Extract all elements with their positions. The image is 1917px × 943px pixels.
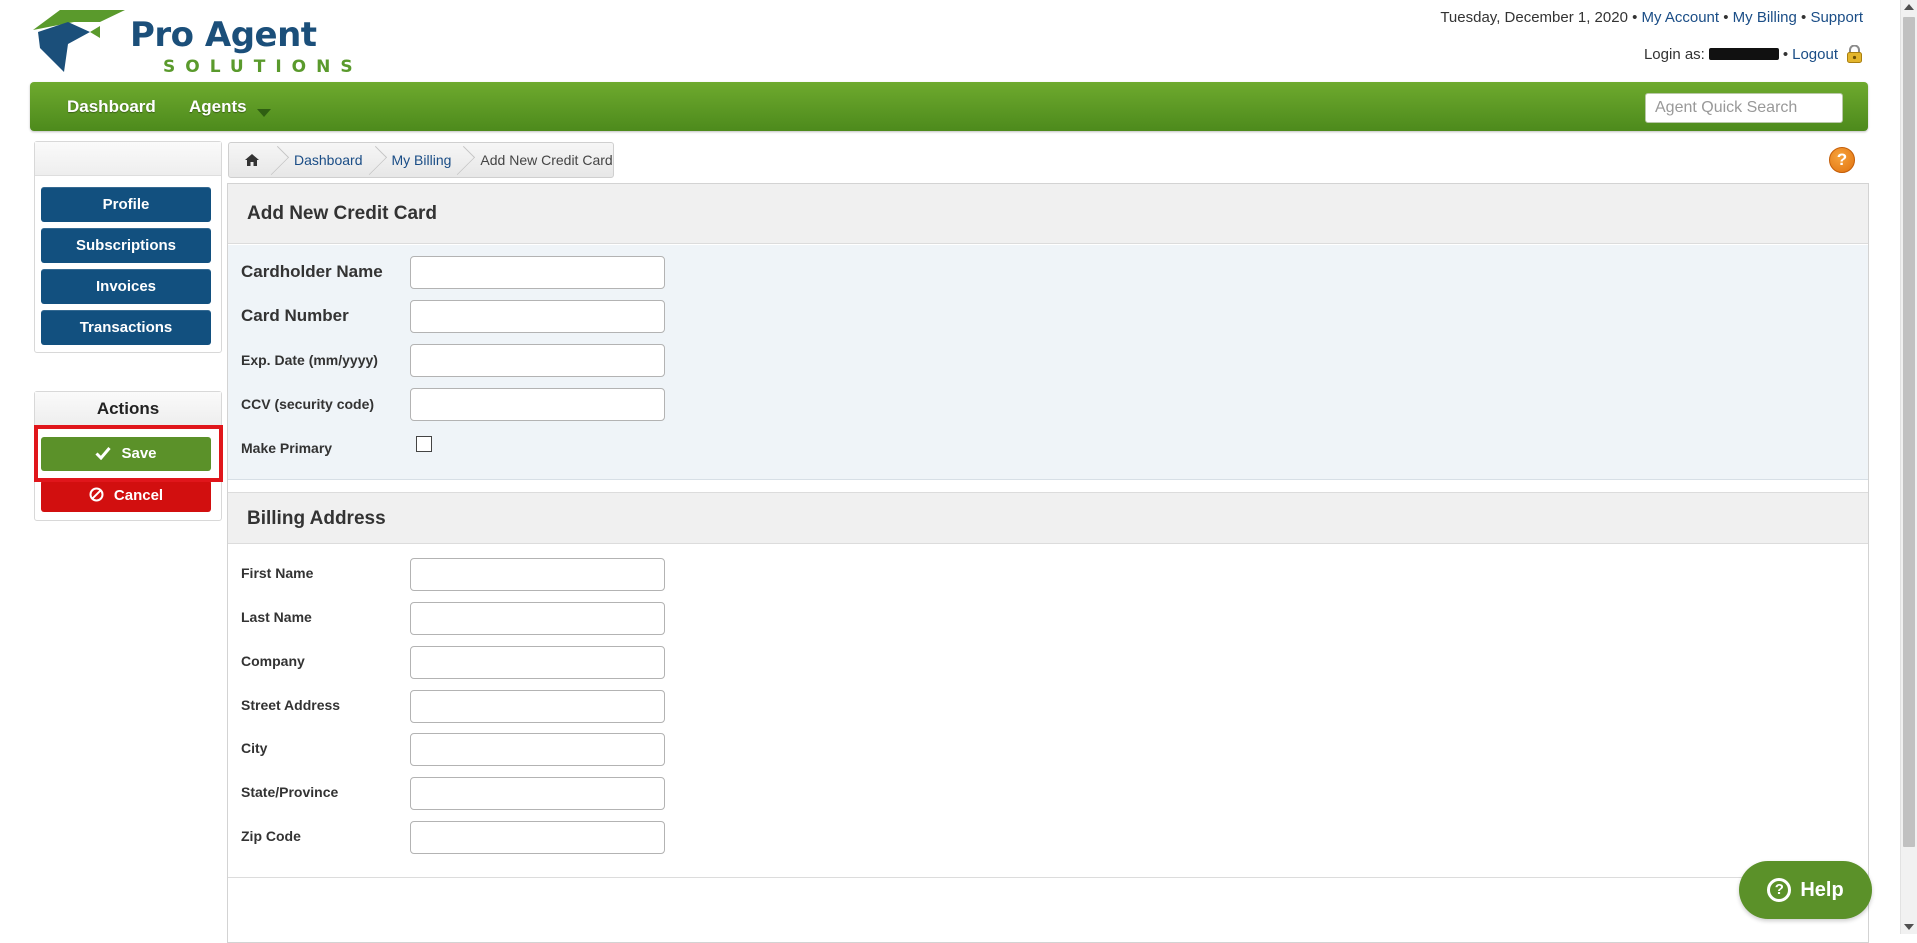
street-address-label: Street Address bbox=[241, 697, 341, 713]
login-info: Login as: • Logout bbox=[1644, 45, 1863, 63]
breadcrumb-current: Add New Credit Card bbox=[480, 152, 613, 168]
state-province-label: State/Province bbox=[241, 784, 339, 800]
zip-code-input[interactable] bbox=[410, 821, 665, 854]
my-account-link[interactable]: My Account bbox=[1642, 9, 1720, 26]
chevron-down-icon bbox=[256, 109, 271, 117]
breadcrumb: Dashboard My Billing Add New Credit Card bbox=[228, 142, 614, 178]
main-navbar: Dashboard Agents bbox=[30, 82, 1868, 131]
logout-link[interactable]: Logout bbox=[1792, 46, 1838, 63]
card-number-input[interactable] bbox=[410, 300, 665, 333]
card-form: Cardholder Name Card Number Exp. Date (m… bbox=[228, 245, 1868, 480]
billing-section-title: Billing Address bbox=[228, 492, 1868, 544]
make-primary-label: Make Primary bbox=[241, 440, 333, 456]
cardholder-name-input[interactable] bbox=[410, 256, 665, 289]
nav-agents-label: Agents bbox=[189, 97, 247, 116]
home-icon bbox=[245, 154, 259, 166]
support-link[interactable]: Support bbox=[1810, 9, 1863, 26]
save-highlight-box bbox=[34, 425, 223, 482]
section-gap bbox=[228, 480, 1868, 492]
last-name-label: Last Name bbox=[241, 609, 312, 625]
cardholder-name-label: Cardholder Name bbox=[241, 262, 383, 281]
form-bottom-divider bbox=[228, 877, 1868, 878]
sidebar-transactions-button[interactable]: Transactions bbox=[41, 310, 211, 345]
my-billing-link[interactable]: My Billing bbox=[1733, 9, 1797, 26]
redacted-username bbox=[1708, 48, 1779, 60]
sidebar-invoices-button[interactable]: Invoices bbox=[41, 269, 211, 304]
agent-quick-search-input[interactable] bbox=[1645, 93, 1843, 123]
state-province-input[interactable] bbox=[410, 777, 665, 810]
brand-name: Pro Agent bbox=[130, 15, 317, 55]
nav-agents[interactable]: Agents bbox=[189, 97, 271, 117]
login-label: Login as: bbox=[1643, 45, 1705, 63]
current-date: Tuesday, December 1, 2020 bbox=[1440, 9, 1628, 26]
exp-date-input[interactable] bbox=[410, 344, 665, 377]
card-section-title: Add New Credit Card bbox=[228, 184, 1868, 244]
vertical-scrollbar[interactable] bbox=[1900, 0, 1917, 934]
ccv-label: CCV (security code) bbox=[241, 396, 375, 412]
card-number-label: Card Number bbox=[241, 306, 349, 325]
breadcrumb-dashboard-link[interactable]: Dashboard bbox=[294, 152, 363, 168]
question-circle-icon: ? bbox=[1767, 878, 1792, 902]
zip-code-label: Zip Code bbox=[241, 828, 301, 844]
breadcrumb-item[interactable]: My Billing bbox=[378, 143, 467, 177]
scroll-thumb[interactable] bbox=[1903, 17, 1915, 847]
sidebar-subscriptions-button[interactable]: Subscriptions bbox=[41, 228, 211, 263]
help-button[interactable]: ? Help bbox=[1739, 861, 1872, 919]
cancel-button[interactable]: Cancel bbox=[41, 480, 211, 512]
ccv-input[interactable] bbox=[410, 388, 665, 421]
main-panel: Add New Credit Card Cardholder Name Card… bbox=[227, 183, 1869, 943]
sidebar-profile-button[interactable]: Profile bbox=[41, 187, 211, 222]
header-links: Tuesday, December 1, 2020 • My Account •… bbox=[1440, 9, 1863, 26]
actions-title: Actions bbox=[35, 392, 221, 426]
sidebar-header bbox=[35, 142, 221, 176]
cancel-button-label: Cancel bbox=[113, 487, 164, 504]
scroll-down-arrow-icon[interactable] bbox=[1904, 924, 1914, 930]
city-label: City bbox=[241, 740, 268, 756]
breadcrumb-home[interactable] bbox=[229, 143, 280, 177]
city-input[interactable] bbox=[410, 733, 665, 766]
last-name-input[interactable] bbox=[410, 602, 665, 635]
brand-tagline: SOLUTIONS bbox=[163, 57, 363, 77]
exp-date-label: Exp. Date (mm/yyyy) bbox=[241, 352, 378, 368]
first-name-label: First Name bbox=[241, 565, 314, 581]
company-input[interactable] bbox=[410, 646, 665, 679]
sidebar-menu: Profile Subscriptions Invoices Transacti… bbox=[34, 141, 222, 353]
house-logo-icon bbox=[33, 10, 125, 72]
street-address-input[interactable] bbox=[410, 690, 665, 723]
lock-icon[interactable] bbox=[1846, 45, 1863, 63]
question-icon[interactable]: ? bbox=[1829, 147, 1855, 173]
nav-dashboard[interactable]: Dashboard bbox=[67, 97, 156, 117]
breadcrumb-my-billing-link[interactable]: My Billing bbox=[392, 152, 452, 168]
help-button-label: Help bbox=[1800, 878, 1844, 901]
brand-logo[interactable]: Pro Agent SOLUTIONS bbox=[30, 8, 353, 76]
make-primary-checkbox[interactable] bbox=[416, 436, 432, 452]
breadcrumb-item: Add New Credit Card bbox=[466, 143, 627, 177]
breadcrumb-item[interactable]: Dashboard bbox=[280, 143, 378, 177]
first-name-input[interactable] bbox=[410, 558, 665, 591]
no-entry-icon bbox=[89, 487, 104, 502]
company-label: Company bbox=[241, 653, 305, 669]
scroll-up-arrow-icon[interactable] bbox=[1904, 4, 1914, 10]
